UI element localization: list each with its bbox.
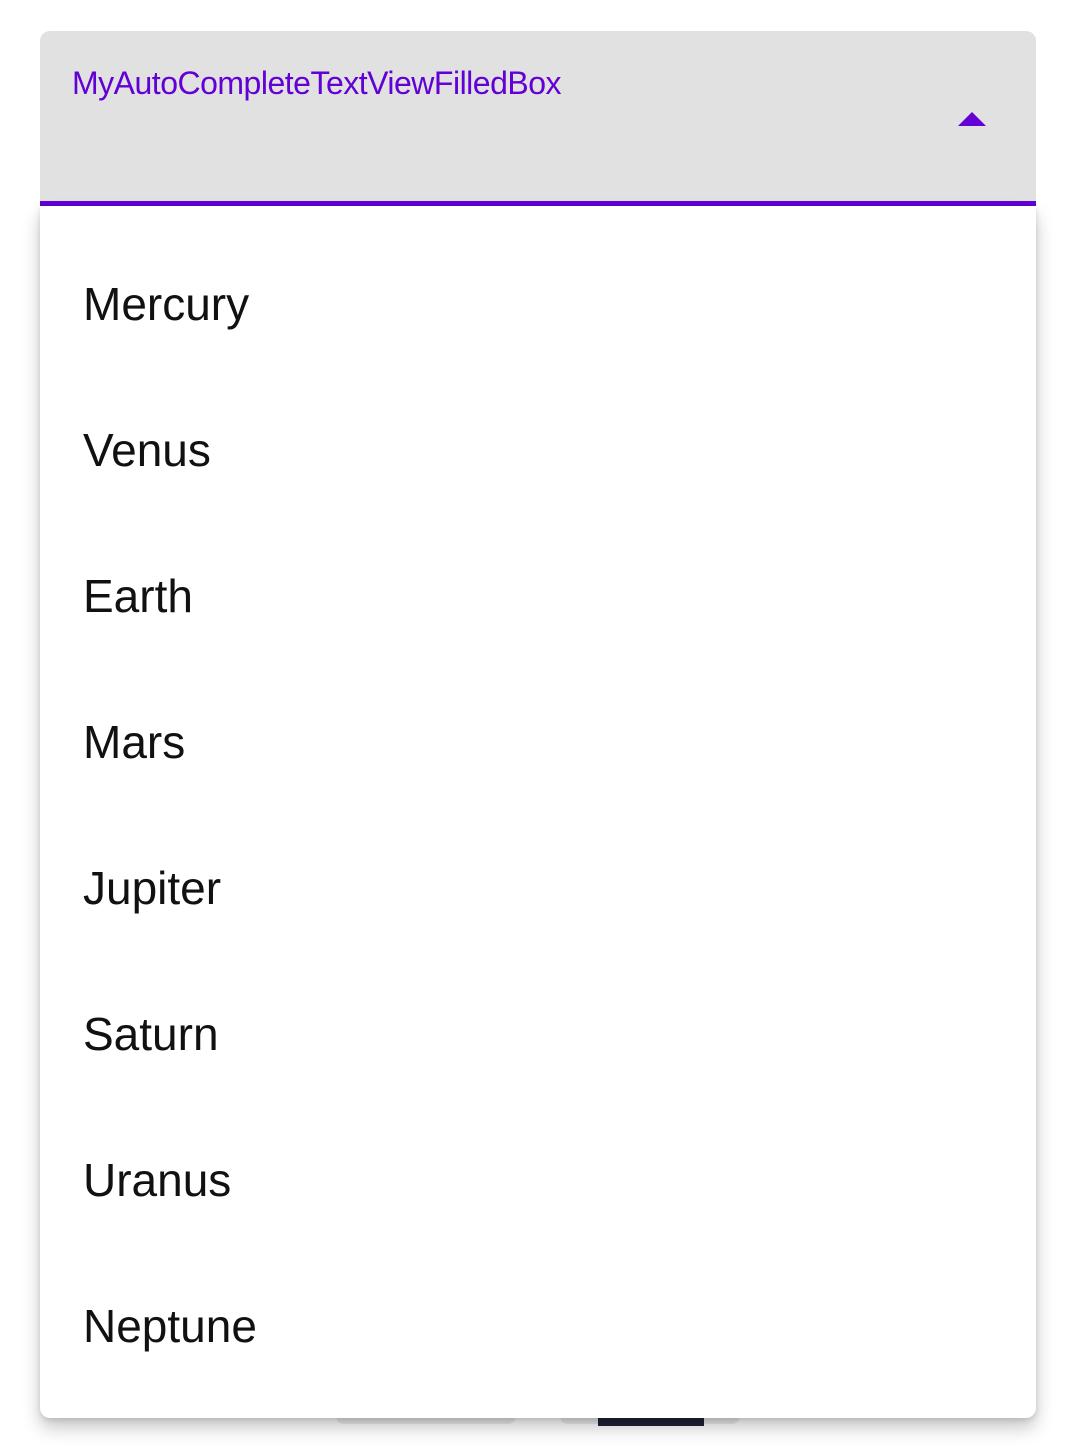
dropdown-option-earth[interactable]: Earth	[40, 523, 1036, 669]
dropdown-option-uranus[interactable]: Uranus	[40, 1107, 1036, 1253]
dropdown-option-mercury[interactable]: Mercury	[40, 231, 1036, 377]
field-label: MyAutoCompleteTextViewFilledBox	[72, 65, 562, 101]
dropdown-popup: Mercury Venus Earth Mars Jupiter Saturn …	[40, 206, 1036, 1418]
dropdown-option-jupiter[interactable]: Jupiter	[40, 815, 1036, 961]
dropdown-option-mars[interactable]: Mars	[40, 669, 1036, 815]
dropdown-option-saturn[interactable]: Saturn	[40, 961, 1036, 1107]
dropdown-option-neptune[interactable]: Neptune	[40, 1253, 1036, 1399]
dropdown-option-venus[interactable]: Venus	[40, 377, 1036, 523]
arrow-drop-up-icon	[958, 112, 986, 126]
dropdown-toggle-button[interactable]	[946, 103, 998, 135]
autocomplete-filled-box[interactable]: MyAutoCompleteTextViewFilledBox	[40, 31, 1036, 206]
